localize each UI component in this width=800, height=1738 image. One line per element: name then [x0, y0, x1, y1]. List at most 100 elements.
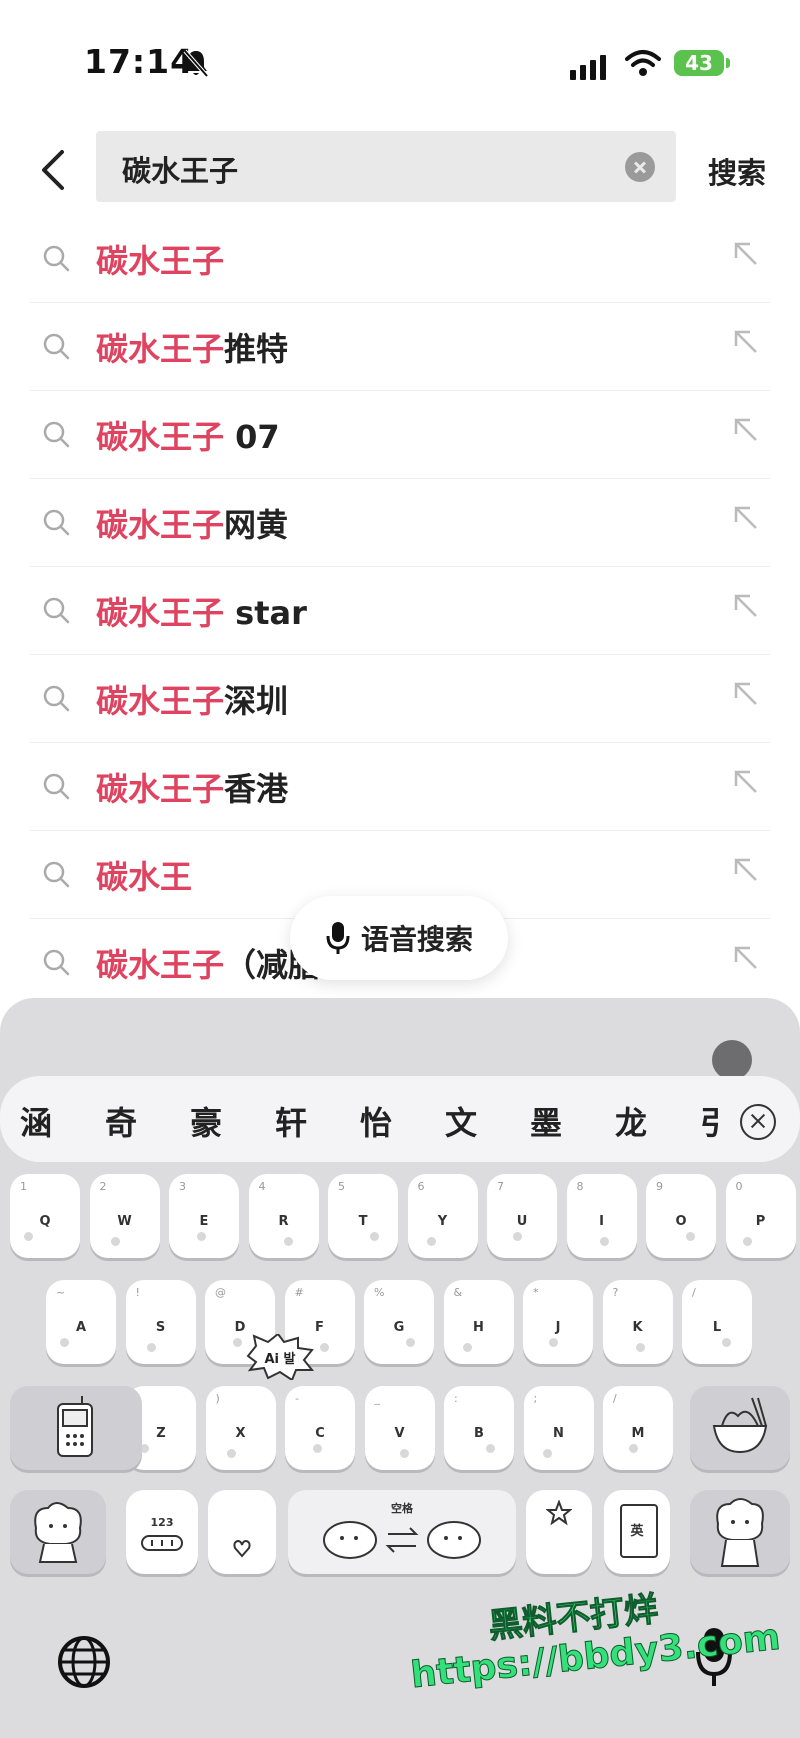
- key-decoration-dot: [635, 1343, 645, 1352]
- candidate-item[interactable]: 引: [700, 1098, 718, 1144]
- silent-bell-icon: [183, 49, 209, 78]
- key-c[interactable]: -C: [285, 1386, 355, 1470]
- key-i[interactable]: 8I: [566, 1174, 637, 1258]
- key-label: O: [675, 1214, 687, 1229]
- search-button[interactable]: 搜索: [708, 150, 766, 192]
- keyboard-avatar-icon[interactable]: [712, 1040, 752, 1080]
- key-secondary-label: -: [295, 1392, 299, 1405]
- suggestion-text: 碳水王子（减脂: [96, 940, 320, 986]
- fill-query-arrow-icon[interactable]: [730, 854, 760, 884]
- clear-search-icon[interactable]: [625, 152, 655, 182]
- key-decoration-dot: [110, 1237, 120, 1246]
- key-secondary-label: 7: [497, 1180, 504, 1193]
- suggestion-rest: 推特: [224, 330, 289, 368]
- suggestion-item[interactable]: 碳水王子香港: [30, 742, 770, 831]
- key-decoration-dot: [406, 1338, 415, 1347]
- key-secondary-label: _: [374, 1392, 381, 1405]
- key-decoration-dot: [599, 1237, 609, 1246]
- key-o[interactable]: 9O: [646, 1174, 716, 1258]
- key-n[interactable]: ; N: [523, 1386, 594, 1470]
- emoji-character-key[interactable]: [10, 1490, 106, 1574]
- key-w[interactable]: 2W: [89, 1174, 160, 1258]
- candidate-item[interactable]: 墨: [530, 1098, 562, 1144]
- key-q[interactable]: 1Q: [10, 1174, 80, 1258]
- key-decoration-dot: [197, 1232, 206, 1241]
- suggestion-item[interactable]: 碳水王子: [30, 214, 770, 303]
- key-secondary-label: ;: [533, 1392, 538, 1405]
- key-s[interactable]: ! S: [125, 1280, 196, 1364]
- fill-query-arrow-icon[interactable]: [730, 326, 760, 356]
- key-e[interactable]: 3E: [169, 1174, 239, 1258]
- key-x[interactable]: ) X: [205, 1386, 276, 1470]
- suggestion-text: 碳水王子推特: [96, 324, 288, 370]
- key-k[interactable]: ? K: [602, 1280, 673, 1364]
- fill-query-arrow-icon[interactable]: [730, 502, 760, 532]
- suggestion-item[interactable]: 碳水王子 star: [30, 566, 770, 655]
- key-a[interactable]: ~ A: [46, 1280, 116, 1364]
- candidate-item[interactable]: 涵: [20, 1098, 52, 1144]
- key-decoration-dot: [24, 1232, 33, 1241]
- language-switch-key[interactable]: 英: [604, 1490, 670, 1574]
- close-candidates-icon[interactable]: [740, 1104, 776, 1140]
- key-p[interactable]: 0P: [725, 1174, 796, 1258]
- search-icon: [43, 861, 70, 888]
- candidate-item[interactable]: 怡: [360, 1098, 392, 1144]
- fill-query-arrow-icon[interactable]: [730, 238, 760, 268]
- key-l[interactable]: / L: [682, 1280, 752, 1364]
- key-r[interactable]: 4R: [248, 1174, 319, 1258]
- suggestion-item[interactable]: 碳水王子网黄: [30, 478, 770, 567]
- back-arrow-icon[interactable]: [36, 146, 72, 194]
- key-v[interactable]: _ V: [364, 1386, 435, 1470]
- candidate-item[interactable]: 奇: [105, 1098, 137, 1144]
- punctuation-key[interactable]: [208, 1490, 276, 1574]
- delete-key[interactable]: [690, 1386, 790, 1470]
- suggestion-text: 碳水王子 07: [96, 412, 280, 458]
- wifi-icon: [625, 50, 661, 76]
- numbers-key[interactable]: 123: [126, 1490, 198, 1574]
- key-y[interactable]: 6Y: [407, 1174, 478, 1258]
- search-icon: [43, 509, 70, 536]
- key-m[interactable]: / M: [603, 1386, 673, 1470]
- key-t[interactable]: 5T: [328, 1174, 398, 1258]
- key-j[interactable]: * J: [523, 1280, 593, 1364]
- candidate-item[interactable]: 文: [445, 1098, 477, 1144]
- key-label: Y: [437, 1214, 448, 1229]
- key-decoration-dot: [462, 1343, 472, 1352]
- key-decoration-dot: [426, 1237, 436, 1246]
- key-g[interactable]: % G: [364, 1280, 434, 1364]
- key-label: K: [632, 1320, 643, 1335]
- fill-query-arrow-icon[interactable]: [730, 766, 760, 796]
- return-key[interactable]: [690, 1490, 790, 1574]
- candidate-item[interactable]: 龙: [615, 1098, 647, 1144]
- fill-query-arrow-icon[interactable]: [730, 942, 760, 972]
- suggestion-item[interactable]: 碳水王子深圳: [30, 654, 770, 743]
- fill-query-arrow-icon[interactable]: [730, 414, 760, 444]
- key-h[interactable]: & H: [443, 1280, 514, 1364]
- candidate-item[interactable]: 豪: [190, 1098, 222, 1144]
- key-label: A: [75, 1320, 87, 1335]
- battery-indicator: 43: [674, 50, 730, 76]
- key-secondary-label: ~: [56, 1286, 66, 1299]
- voice-search-button[interactable]: 语音搜索: [290, 896, 508, 980]
- globe-icon[interactable]: [56, 1634, 112, 1690]
- suggestion-highlight: 碳水王子: [96, 770, 225, 808]
- key-label: W: [117, 1214, 132, 1229]
- speech-bubble-sticker: Ai 발: [244, 1334, 316, 1380]
- space-key[interactable]: 空格: [288, 1490, 516, 1574]
- key-label: F: [315, 1320, 324, 1335]
- search-icon: [43, 245, 70, 272]
- fill-query-arrow-icon[interactable]: [730, 590, 760, 620]
- key-b[interactable]: :B: [444, 1386, 514, 1470]
- suggestion-item[interactable]: 碳水王子 07: [30, 390, 770, 479]
- key-secondary-label: !: [135, 1286, 140, 1299]
- suggestion-text: 碳水王子深圳: [96, 676, 288, 722]
- symbol-key[interactable]: [526, 1490, 592, 1574]
- phone-sticker-key[interactable]: [10, 1386, 142, 1470]
- candidate-item[interactable]: 轩: [275, 1098, 307, 1144]
- key-u[interactable]: 7U: [487, 1174, 557, 1258]
- suggestion-item[interactable]: 碳水王子推特: [30, 302, 770, 391]
- search-icon: [43, 949, 70, 976]
- search-query-text[interactable]: 碳水王子: [122, 148, 238, 190]
- fill-query-arrow-icon[interactable]: [730, 678, 760, 708]
- bread-character-doodle-icon: [34, 1502, 82, 1563]
